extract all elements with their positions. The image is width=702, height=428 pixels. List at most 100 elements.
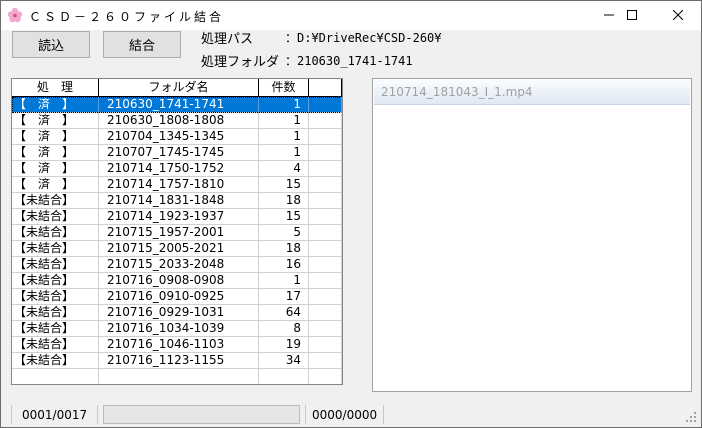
row-empty-cell	[309, 225, 342, 241]
row-empty-cell	[309, 369, 342, 384]
preview-panel[interactable]: 210714_181043_I_1.mp4	[372, 78, 692, 392]
row-count-cell: 17	[259, 289, 309, 305]
row-status-cell: 【 済 】	[12, 113, 99, 129]
column-header-count[interactable]: 件数	[259, 79, 309, 96]
table-row[interactable]: 【 済 】 210630_1808-1808 1	[12, 113, 342, 129]
flower-icon	[7, 7, 23, 23]
row-count-cell: 19	[259, 337, 309, 353]
row-folder-cell: 210714_1923-1937	[99, 209, 259, 225]
row-count-cell: 4	[259, 161, 309, 177]
preview-file-name: 210714_181043_I_1.mp4	[381, 85, 533, 99]
row-empty-cell	[309, 241, 342, 257]
row-empty-cell	[309, 321, 342, 337]
path-value: ：D:¥DriveRec¥CSD-260¥	[285, 31, 442, 45]
window-title: ＣＳＤ－２６０ファイル結合	[29, 10, 225, 24]
row-status-cell: 【未結合】	[12, 273, 99, 289]
table-row[interactable]: 【未結合】 210715_2033-2048 16	[12, 257, 342, 273]
resize-grip-icon[interactable]	[685, 411, 697, 423]
row-count-cell: 5	[259, 225, 309, 241]
table-row[interactable]	[12, 369, 342, 384]
row-empty-cell	[309, 161, 342, 177]
column-header-empty	[309, 79, 342, 96]
row-folder-cell: 210716_0908-0908	[99, 273, 259, 289]
row-folder-cell: 210707_1745-1745	[99, 145, 259, 161]
table-row[interactable]: 【未結合】 210716_0908-0908 1	[12, 273, 342, 289]
row-empty-cell	[309, 257, 342, 273]
status-divider	[97, 405, 98, 424]
read-button[interactable]: 読込	[12, 31, 90, 58]
folder-counter: 0001/0017	[22, 408, 88, 422]
table-row[interactable]: 【 済 】 210630_1741-1741 1	[12, 97, 342, 113]
row-folder-cell: 210630_1808-1808	[99, 113, 259, 129]
table-row[interactable]: 【未結合】 210715_2005-2021 18	[12, 241, 342, 257]
row-status-cell: 【未結合】	[12, 193, 99, 209]
row-empty-cell	[309, 113, 342, 129]
row-folder-cell: 210714_1831-1848	[99, 193, 259, 209]
row-count-cell: 16	[259, 257, 309, 273]
row-empty-cell	[309, 337, 342, 353]
table-row[interactable]: 【 済 】 210704_1345-1345 1	[12, 129, 342, 145]
row-count-cell	[259, 369, 309, 384]
table-row[interactable]: 【 済 】 210707_1745-1745 1	[12, 145, 342, 161]
table-row[interactable]: 【 済 】 210714_1757-1810 15	[12, 177, 342, 193]
row-status-cell: 【未結合】	[12, 353, 99, 369]
table-row[interactable]: 【未結合】 210716_0929-1031 64	[12, 305, 342, 321]
row-empty-cell	[309, 273, 342, 289]
row-status-cell: 【未結合】	[12, 305, 99, 321]
row-empty-cell	[309, 177, 342, 193]
row-status-cell: 【未結合】	[12, 337, 99, 353]
table-row[interactable]: 【未結合】 210714_1923-1937 15	[12, 209, 342, 225]
row-folder-cell: 210714_1750-1752	[99, 161, 259, 177]
table-header: 処 理 フォルダ名 件数	[12, 79, 342, 97]
row-folder-cell	[99, 369, 259, 384]
path-label: 処理パス	[201, 32, 254, 47]
table-row[interactable]: 【未結合】 210715_1957-2001 5	[12, 225, 342, 241]
row-empty-cell	[309, 97, 342, 113]
status-divider	[305, 405, 306, 424]
column-header-folder[interactable]: フォルダ名	[99, 79, 259, 96]
status-divider	[383, 405, 384, 424]
row-status-cell: 【 済 】	[12, 129, 99, 145]
row-folder-cell: 210716_1123-1155	[99, 353, 259, 369]
maximize-button[interactable]	[609, 1, 655, 30]
row-status-cell: 【 済 】	[12, 145, 99, 161]
row-count-cell: 8	[259, 321, 309, 337]
row-status-cell: 【未結合】	[12, 241, 99, 257]
row-status-cell: 【未結合】	[12, 257, 99, 273]
table-row[interactable]: 【未結合】 210714_1831-1848 18	[12, 193, 342, 209]
row-count-cell: 15	[259, 209, 309, 225]
row-folder-cell: 210704_1345-1345	[99, 129, 259, 145]
row-folder-cell: 210716_0929-1031	[99, 305, 259, 321]
column-header-status[interactable]: 処 理	[12, 79, 99, 96]
table-row[interactable]: 【 済 】 210714_1750-1752 4	[12, 161, 342, 177]
row-empty-cell	[309, 305, 342, 321]
table-row[interactable]: 【未結合】 210716_1046-1103 19	[12, 337, 342, 353]
row-folder-cell: 210716_0910-0925	[99, 289, 259, 305]
row-count-cell: 1	[259, 113, 309, 129]
row-empty-cell	[309, 289, 342, 305]
row-status-cell: 【 済 】	[12, 97, 99, 113]
row-count-cell: 18	[259, 193, 309, 209]
join-button[interactable]: 結合	[103, 31, 181, 58]
row-empty-cell	[309, 145, 342, 161]
folder-table[interactable]: 処 理 フォルダ名 件数 【 済 】 210630_1741-1741 1 【 済 】…	[11, 78, 343, 385]
title-bar[interactable]: ＣＳＤ－２６０ファイル結合	[1, 1, 701, 30]
row-status-cell: 【未結合】	[12, 321, 99, 337]
row-empty-cell	[309, 353, 342, 369]
row-count-cell: 15	[259, 177, 309, 193]
row-folder-cell: 210630_1741-1741	[99, 97, 259, 113]
row-count-cell: 64	[259, 305, 309, 321]
close-button[interactable]	[655, 1, 701, 30]
row-folder-cell: 210715_2033-2048	[99, 257, 259, 273]
table-row[interactable]: 【未結合】 210716_0910-0925 17	[12, 289, 342, 305]
close-icon	[672, 9, 684, 23]
row-count-cell: 18	[259, 241, 309, 257]
table-row[interactable]: 【未結合】 210716_1034-1039 8	[12, 321, 342, 337]
file-counter: 0000/0000	[312, 408, 378, 422]
row-count-cell: 1	[259, 97, 309, 113]
row-folder-cell: 210716_1046-1103	[99, 337, 259, 353]
folder-label: 処理フォルダ	[201, 55, 280, 70]
table-row[interactable]: 【未結合】 210716_1123-1155 34	[12, 353, 342, 369]
row-folder-cell: 210715_2005-2021	[99, 241, 259, 257]
row-status-cell: 【未結合】	[12, 225, 99, 241]
